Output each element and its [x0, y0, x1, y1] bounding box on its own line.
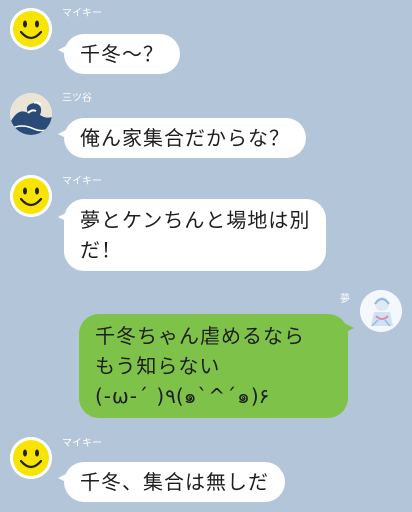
great-wave-icon[interactable]: [10, 93, 52, 135]
smiley-face-icon[interactable]: [10, 437, 52, 479]
smiley-face-icon[interactable]: [10, 8, 52, 50]
message-bubble[interactable]: 千冬、集合は無しだ: [64, 462, 285, 502]
sender-name: 三ツ谷: [62, 93, 92, 104]
smiley-face-icon[interactable]: [10, 175, 52, 217]
sender-name: マイキー: [62, 438, 102, 449]
message-bubble[interactable]: 千冬ちゃん虐めるなら もう知らない (-ω-´ )٩(๑`^´๑)۶: [79, 314, 348, 418]
anime-character-icon[interactable]: [360, 290, 402, 332]
message-bubble[interactable]: 俺ん家集合だからな？: [64, 118, 306, 158]
sender-name: マイキー: [62, 8, 102, 19]
message-bubble[interactable]: 千冬〜？: [64, 34, 180, 74]
message-bubble[interactable]: 夢とケンちんと場地は別 だ！: [64, 199, 327, 271]
sender-name: マイキー: [62, 176, 102, 187]
sender-name: 夢: [340, 294, 350, 305]
